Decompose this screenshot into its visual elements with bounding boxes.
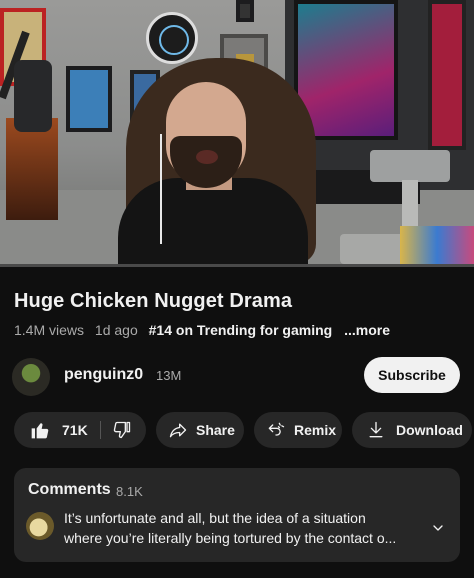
download-icon (369, 421, 383, 438)
dislike-button[interactable] (112, 420, 132, 440)
share-arrow-icon (169, 423, 187, 438)
thumbs-down-icon (113, 421, 131, 439)
view-count: 1.4M views (14, 322, 85, 338)
channel-name[interactable]: penguinz0 (64, 366, 143, 384)
comments-title: Comments (28, 481, 111, 498)
remix-button[interactable]: Remix (254, 412, 342, 448)
thumbs-up-icon (31, 423, 49, 439)
expand-comments-button[interactable] (430, 520, 446, 541)
like-count: 71K (62, 422, 88, 438)
upload-age: 1d ago (94, 322, 138, 338)
channel-row: penguinz0 13M Subscribe (12, 356, 462, 396)
action-bar: 71K Share Remix Download (14, 412, 474, 450)
more-link[interactable]: ...more (344, 322, 390, 338)
like-dislike-pill: 71K (14, 412, 146, 448)
subscriber-count: 13M (156, 368, 182, 383)
commenter-avatar (26, 512, 54, 540)
download-button[interactable]: Download (352, 412, 472, 448)
comments-count: 8.1K (116, 484, 143, 499)
progress-bar[interactable] (0, 264, 474, 267)
divider (100, 421, 101, 439)
microphone (14, 60, 52, 132)
download-label: Download (396, 422, 463, 438)
top-comment: It’s unfortunate and all, but the idea o… (64, 508, 424, 548)
remix-label: Remix (294, 422, 337, 438)
top-comment-line: where you’re literally being tortured by… (64, 530, 397, 546)
video-player[interactable] (0, 0, 474, 264)
subscribe-button[interactable]: Subscribe (364, 357, 460, 393)
top-comment-line: It’s unfortunate and all, but the idea o… (64, 510, 366, 526)
video-title[interactable]: Huge Chicken Nugget Drama (14, 290, 292, 313)
share-label: Share (196, 422, 235, 438)
trending-badge: #14 on Trending for gaming (148, 322, 333, 338)
comments-card[interactable]: Comments 8.1K It’s unfortunate and all, … (14, 468, 460, 562)
like-button[interactable]: 71K (14, 412, 88, 448)
video-metadata[interactable]: 1.4M views 1d ago #14 on Trending for ga… (14, 322, 390, 338)
channel-avatar[interactable] (12, 358, 50, 396)
remix-icon (268, 422, 285, 436)
share-button[interactable]: Share (156, 412, 244, 448)
chevron-down-icon (433, 525, 443, 531)
